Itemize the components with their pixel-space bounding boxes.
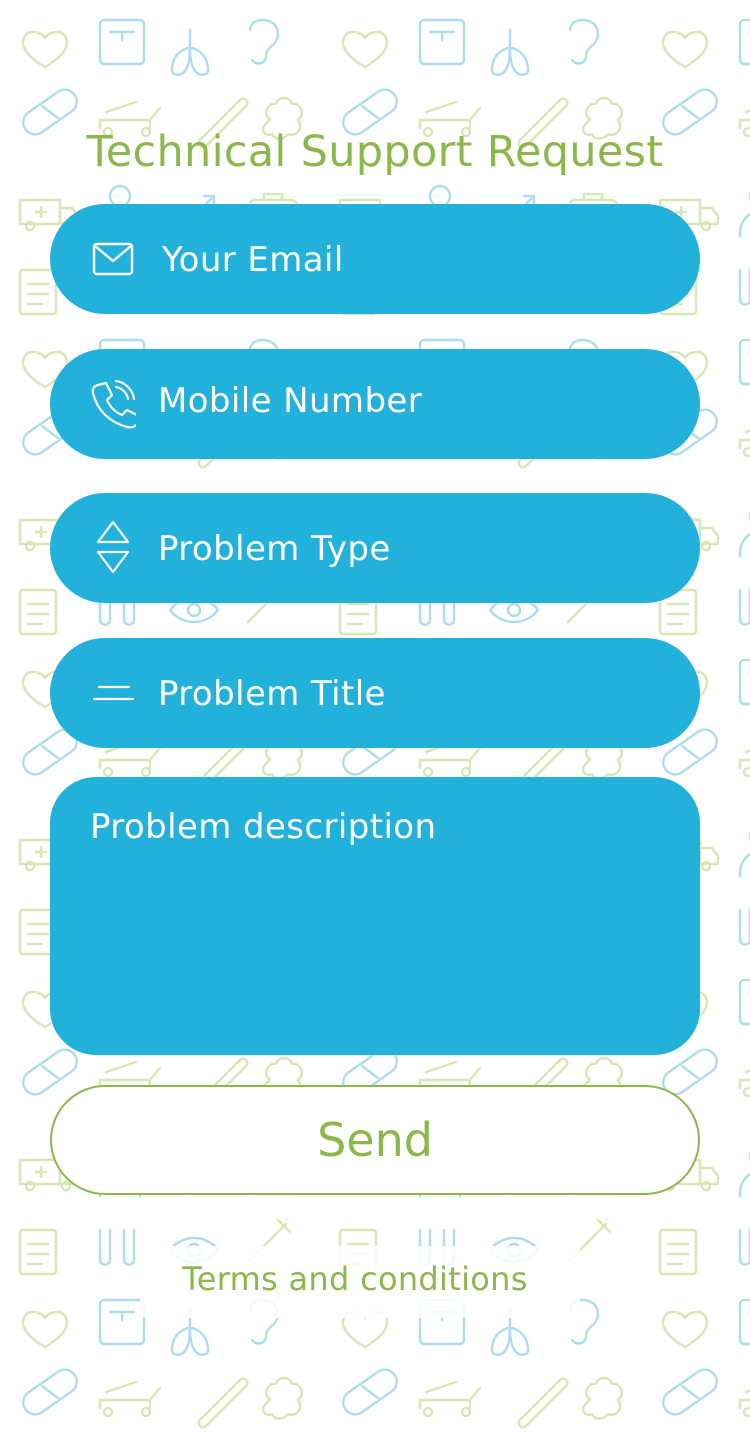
problem-title-placeholder: Problem Title (158, 674, 386, 714)
up-down-arrows-icon (90, 520, 136, 574)
text-lines-icon (90, 670, 136, 716)
mobile-number-field[interactable]: Mobile Number (50, 349, 700, 459)
mobile-number-placeholder: Mobile Number (158, 381, 423, 421)
terms-and-conditions-link[interactable]: Terms and conditions (0, 1260, 710, 1298)
envelope-icon (90, 236, 136, 282)
problem-description-placeholder: Problem description (90, 807, 437, 847)
email-placeholder: Your Email (162, 240, 344, 280)
phone-icon (90, 379, 136, 429)
problem-description-textarea[interactable]: Problem description (50, 777, 700, 1055)
problem-type-placeholder: Problem Type (158, 529, 391, 569)
problem-type-select[interactable]: Problem Type (50, 493, 700, 603)
send-button[interactable]: Send (50, 1085, 700, 1195)
page-title: Technical Support Request (86, 127, 664, 177)
email-field[interactable]: Your Email (50, 204, 700, 314)
problem-title-field[interactable]: Problem Title (50, 638, 700, 748)
